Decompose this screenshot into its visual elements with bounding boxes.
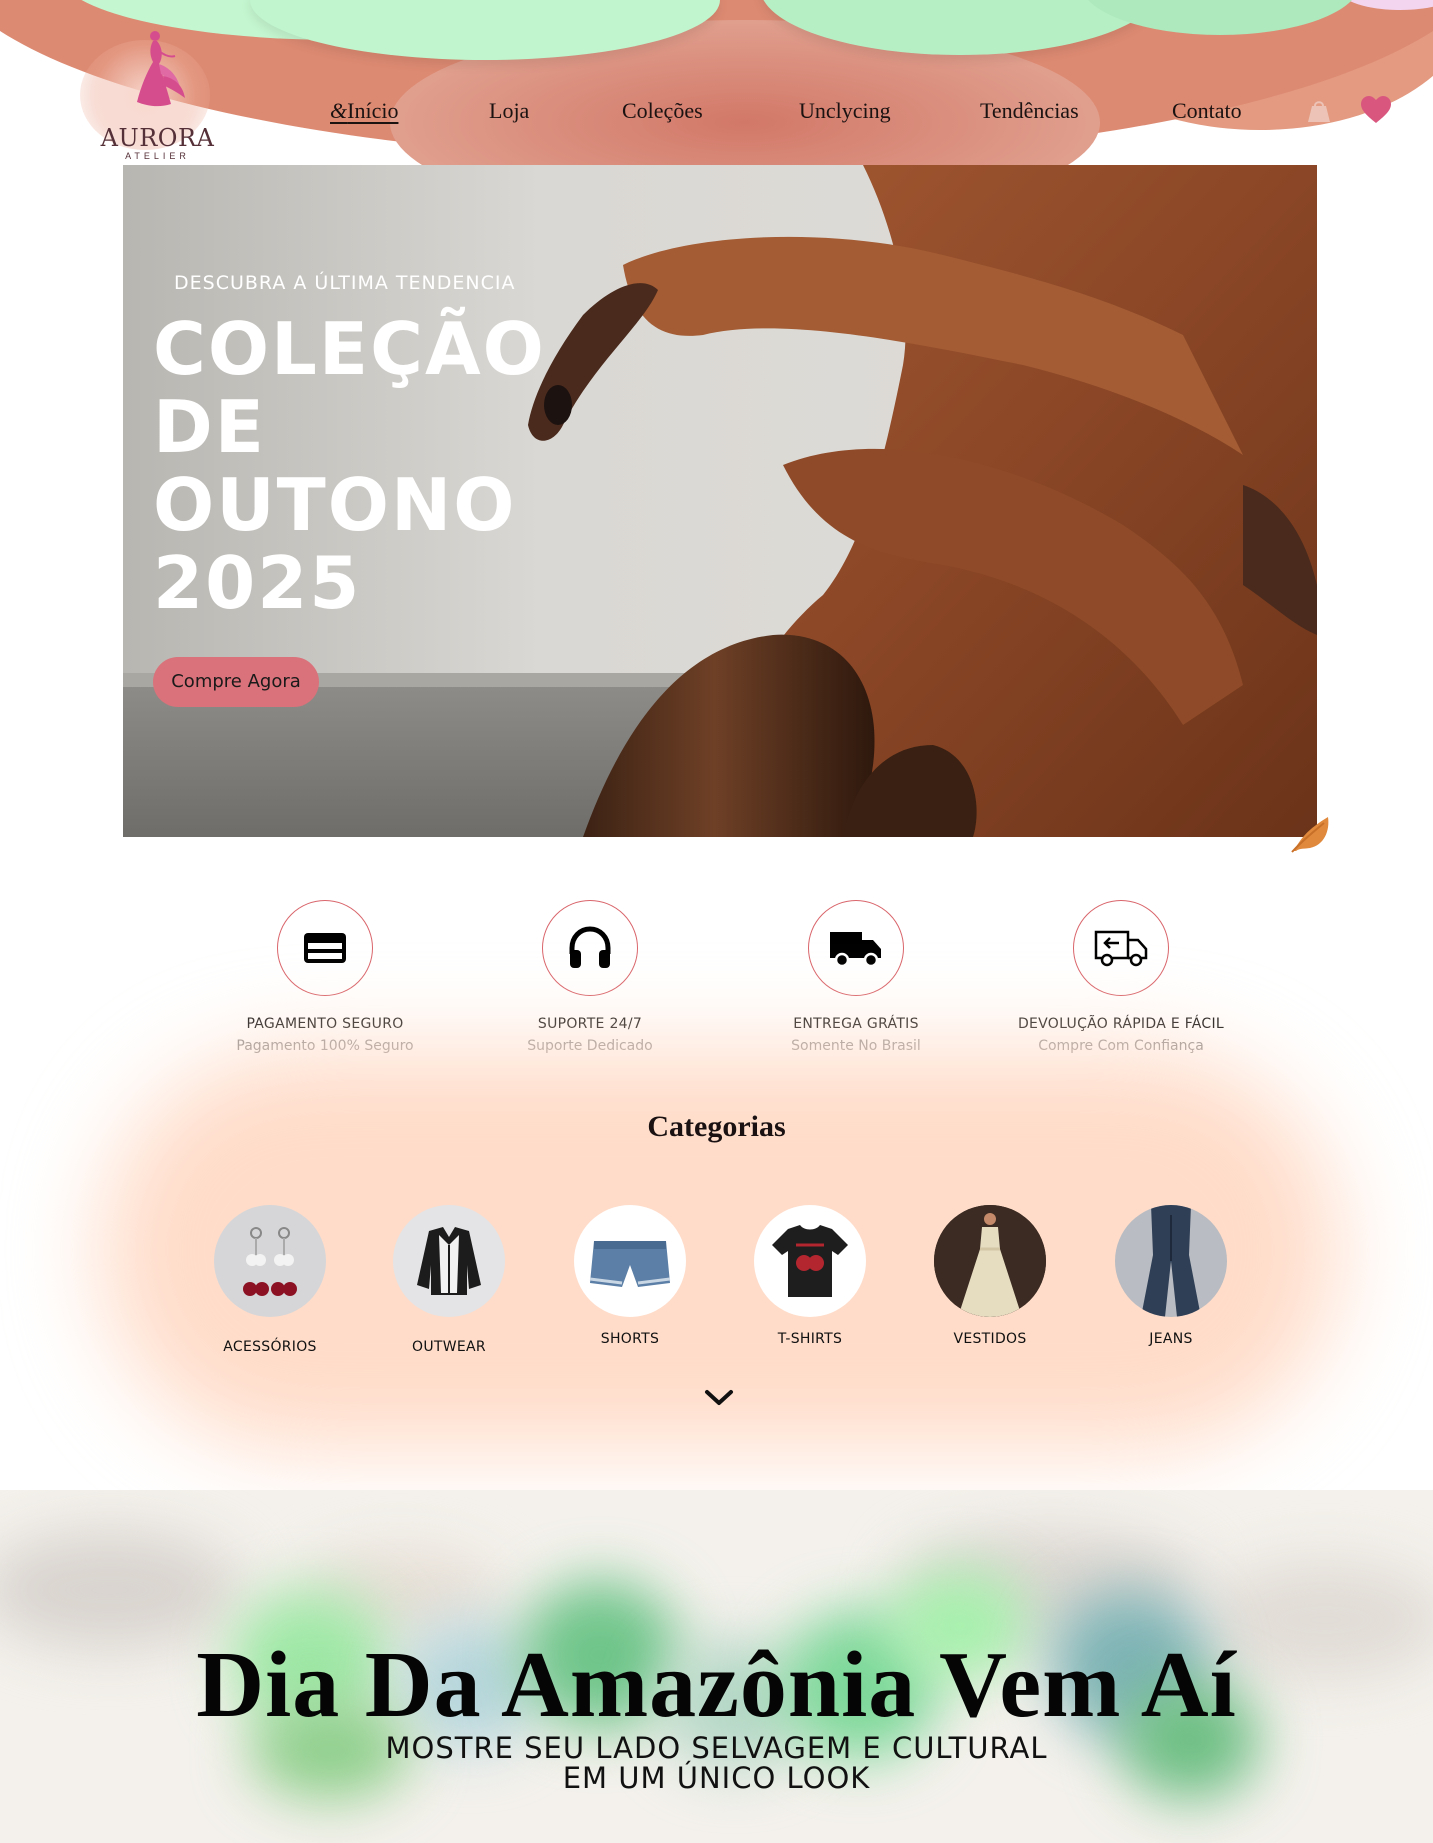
category-image — [214, 1205, 326, 1317]
dress-image — [934, 1205, 1046, 1317]
category-label: OUTWEAR — [412, 1339, 486, 1355]
promo-subtitle-line: MOSTRE SEU LADO SELVAGEM E CULTURAL — [385, 1731, 1048, 1765]
jacket-image — [417, 1227, 481, 1295]
promo-subtitle-line: EM UM ÚNICO LOOK — [562, 1761, 871, 1795]
credit-card-icon — [304, 933, 346, 963]
brand-tagline: ATELIER — [125, 151, 190, 161]
feature-icon-circle — [542, 900, 638, 996]
shop-now-button[interactable]: Compre Agora — [153, 657, 319, 707]
feature-title: SUPORTE 24/7 — [537, 1016, 643, 1032]
chevron-down-icon[interactable] — [704, 1388, 734, 1413]
nav-item-contato[interactable]: Contato — [1172, 98, 1242, 124]
truck-icon — [830, 932, 881, 968]
nav-item-colecoes[interactable]: Coleções — [622, 98, 703, 124]
leaf-icon — [1291, 817, 1329, 853]
feature-icon-circle — [277, 900, 373, 996]
category-label: VESTIDOS — [953, 1331, 1027, 1347]
main-nav: &Início Loja Coleções Unclycing Tendênci… — [0, 98, 1433, 128]
brand-logo[interactable]: AURORA ATELIER — [95, 28, 220, 161]
category-image — [754, 1205, 866, 1317]
brand-name: AURORA — [100, 124, 215, 152]
category-label: SHORTS — [600, 1331, 660, 1347]
feature-title: PAGAMENTO SEGURO — [246, 1016, 404, 1032]
amazon-day-banner: Dia Da Amazônia Vem Aí MOSTRE SEU LADO S… — [0, 1490, 1433, 1843]
nav-item-tendencias[interactable]: Tendências — [980, 98, 1079, 124]
feature-secure-payment: PAGAMENTO SEGURO Pagamento 100% Seguro — [195, 900, 455, 1054]
feature-icon-circle — [808, 900, 904, 996]
category-label: JEANS — [1149, 1331, 1193, 1347]
hero-banner: DESCUBRA A ÚLTIMA TENDENCIA COLEÇÃO DE O… — [123, 165, 1317, 837]
category-image — [1115, 1205, 1227, 1317]
category-outwear[interactable]: OUTWEAR — [364, 1205, 534, 1355]
return-truck-icon — [1094, 930, 1148, 967]
category-image — [934, 1205, 1046, 1317]
tshirt-image — [772, 1225, 848, 1297]
promo-title: Dia Da Amazônia Vem Aí — [196, 1633, 1237, 1737]
category-image — [393, 1205, 505, 1317]
feature-title: DEVOLUÇÃO RÁPIDA E FÁCIL — [1017, 1016, 1225, 1032]
feature-free-shipping: ENTREGA GRÁTIS Somente No Brasil — [726, 900, 986, 1054]
shorts-image — [589, 1241, 671, 1287]
promo-subtitle: MOSTRE SEU LADO SELVAGEM E CULTURAL EM U… — [0, 1733, 1433, 1793]
category-vestidos[interactable]: VESTIDOS — [905, 1205, 1075, 1347]
nav-item-loja[interactable]: Loja — [489, 98, 529, 124]
category-image — [574, 1205, 686, 1317]
banner-blur — [0, 1530, 240, 1650]
feature-title: ENTREGA GRÁTIS — [793, 1016, 919, 1032]
heart-icon[interactable] — [1360, 96, 1392, 129]
hero-title-line: COLEÇÃO — [153, 307, 546, 391]
hero-title-line: DE — [153, 385, 266, 469]
hero-title: COLEÇÃO DE OUTONO 2025 — [153, 310, 573, 622]
hero-title-line: 2025 — [153, 541, 362, 625]
category-acessorios[interactable]: ACESSÓRIOS — [185, 1205, 355, 1355]
nav-label: Início — [347, 98, 399, 123]
features-row: PAGAMENTO SEGURO Pagamento 100% Seguro S… — [0, 900, 1433, 1054]
jeans-image — [1141, 1205, 1201, 1317]
feature-support: SUPORTE 24/7 Suporte Dedicado — [460, 900, 720, 1054]
categories-title: Categorias — [647, 1110, 786, 1143]
nav-item-inicio[interactable]: &Início — [330, 98, 398, 124]
shopping-bag-icon[interactable] — [1306, 98, 1332, 129]
hero-subtitle: DESCUBRA A ÚLTIMA TENDENCIA — [174, 272, 516, 294]
category-label: T-SHIRTS — [777, 1331, 843, 1347]
feature-icon-circle — [1073, 900, 1169, 996]
category-shorts[interactable]: SHORTS — [545, 1205, 715, 1347]
category-t-shirts[interactable]: T-SHIRTS — [725, 1205, 895, 1347]
hero-title-line: OUTONO — [153, 463, 517, 547]
earrings-image — [243, 1227, 297, 1296]
headphones-icon — [569, 926, 611, 968]
category-label: ACESSÓRIOS — [223, 1339, 317, 1355]
nav-item-unclycing[interactable]: Unclycing — [799, 98, 891, 124]
category-jeans[interactable]: JEANS — [1086, 1205, 1256, 1347]
feature-easy-returns: DEVOLUÇÃO RÁPIDA E FÁCIL Compre Com Conf… — [991, 900, 1251, 1054]
